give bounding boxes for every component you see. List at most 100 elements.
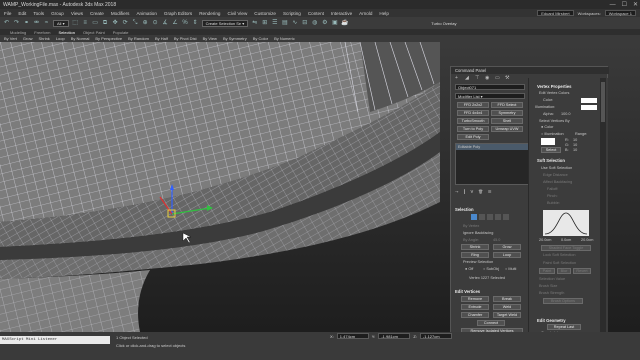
ffd-2x2x2-button[interactable]: FFD 2x2x2: [457, 102, 489, 108]
material-editor-icon[interactable]: ◍: [311, 20, 318, 27]
percent-snap-icon[interactable]: %: [182, 20, 189, 27]
edge-distance-checkbox[interactable]: Edge Distance: [543, 173, 568, 177]
menu-views[interactable]: Views: [71, 11, 83, 16]
range-g-value[interactable]: 10: [573, 143, 577, 147]
menu-help[interactable]: Help: [379, 11, 388, 16]
ignore-backfacing-checkbox[interactable]: Ignore Backfacing: [463, 231, 493, 235]
schematic-view-icon[interactable]: ⊟: [301, 20, 308, 27]
ribbon-by-normal[interactable]: By Normal: [71, 36, 90, 41]
shell-button[interactable]: Shell: [491, 118, 523, 124]
undo-icon[interactable]: ↶: [3, 20, 10, 27]
spinner-snap-icon[interactable]: ⇕: [192, 20, 199, 27]
modifier-list-dropdown[interactable]: Modifier List ▾: [455, 93, 525, 99]
vertex-color-swatch[interactable]: [581, 98, 597, 103]
turn-to-poly-button[interactable]: Turn to Poly: [457, 126, 489, 132]
ribbon-grow[interactable]: Grow: [23, 36, 33, 41]
menu-civil-view[interactable]: Civil View: [227, 11, 247, 16]
toggle-scene-explorer-icon[interactable]: ☰: [271, 20, 278, 27]
unwrap-uvw-button[interactable]: Unwrap UVW: [491, 126, 523, 132]
workspace-dropdown[interactable]: Workspace 1: [604, 10, 636, 16]
menu-animation[interactable]: Animation: [136, 11, 156, 16]
menu-rendering[interactable]: Rendering: [199, 11, 220, 16]
by-vertex-checkbox[interactable]: By Vertex: [463, 224, 479, 228]
menu-scripting[interactable]: Scripting: [283, 11, 301, 16]
user-account[interactable]: Eduard Mirsbert: [537, 10, 574, 16]
redo-icon[interactable]: ↷: [13, 20, 20, 27]
select-move-icon[interactable]: ✥: [112, 20, 119, 27]
select-button[interactable]: Select: [541, 147, 561, 153]
menu-graph-editors[interactable]: Graph Editors: [164, 11, 192, 16]
render-setup-icon[interactable]: ⚙: [321, 20, 328, 27]
y-coordinate-field[interactable]: -1.981cm: [378, 333, 411, 339]
by-angle-checkbox[interactable]: By Angle:: [463, 238, 479, 242]
ribbon-by-half[interactable]: By Half: [155, 36, 168, 41]
target-weld-button[interactable]: Target Weld: [493, 312, 521, 318]
tab-selection[interactable]: Selection: [58, 30, 74, 35]
shaded-face-toggle-button[interactable]: Shaded Face Toggle: [541, 245, 591, 251]
menu-customize[interactable]: Customize: [254, 11, 276, 16]
vertex-level-icon[interactable]: [471, 214, 477, 220]
ffd-select-button[interactable]: FFD Select: [491, 102, 523, 108]
weld-button[interactable]: Weld: [493, 304, 521, 310]
preview-multi-radio[interactable]: ○ Multi: [505, 267, 516, 271]
break-button[interactable]: Break: [493, 296, 521, 302]
mirror-icon[interactable]: ⇋: [251, 20, 258, 27]
command-panel-scrollbar[interactable]: [600, 78, 606, 342]
illumination-swatch[interactable]: [581, 105, 597, 110]
curve-editor-icon[interactable]: ∿: [291, 20, 298, 27]
menu-edit[interactable]: Edit: [18, 11, 26, 16]
rect-selection-icon[interactable]: ▭: [92, 20, 99, 27]
z-coordinate-field[interactable]: -1.127cm: [419, 333, 452, 339]
soft-selection-title[interactable]: Soft Selection: [537, 158, 565, 163]
menu-tools[interactable]: Tools: [33, 11, 44, 16]
selection-rollout-title[interactable]: Selection: [455, 207, 474, 212]
scrollbar-thumb[interactable]: [601, 82, 605, 122]
maximize-button[interactable]: ☐: [622, 1, 627, 8]
loop-button[interactable]: Loop: [493, 252, 521, 258]
menu-interactive[interactable]: Interactive: [331, 11, 352, 16]
paint-button[interactable]: Paint: [539, 268, 555, 274]
lock-soft-selection-checkbox[interactable]: Lock Soft Selection: [543, 253, 576, 257]
ribbon-by-random[interactable]: By Random: [128, 36, 149, 41]
render-icon[interactable]: ☕: [341, 20, 348, 27]
ribbon-by-color[interactable]: By Color: [253, 36, 268, 41]
layer-explorer-icon[interactable]: ▤: [281, 20, 288, 27]
ring-button[interactable]: Ring: [461, 252, 489, 258]
preview-off-radio[interactable]: ● Off: [465, 267, 473, 271]
angle-snap-icon[interactable]: ∠: [172, 20, 179, 27]
element-level-icon[interactable]: [503, 214, 509, 220]
hierarchy-tab-icon[interactable]: ⊤: [475, 75, 481, 81]
stack-item-editable-poly[interactable]: Editable Poly: [456, 144, 528, 150]
bind-space-warp-icon[interactable]: ≈: [43, 20, 50, 27]
tab-modeling[interactable]: Modeling: [10, 30, 26, 35]
unlink-icon[interactable]: ⚮: [33, 20, 40, 27]
ffd-4x4x4-button[interactable]: FFD 4x4x4: [457, 110, 489, 116]
configure-sets-icon[interactable]: ☰: [488, 189, 491, 194]
blur-button[interactable]: Blur: [557, 268, 571, 274]
turbosmooth-button[interactable]: TurboSmooth: [457, 118, 489, 124]
ribbon-by-perspective[interactable]: By Perspective: [95, 36, 122, 41]
edit-geometry-title[interactable]: Edit Geometry: [537, 318, 566, 323]
edit-poly-button[interactable]: Edit Poly: [457, 134, 489, 140]
connect-button[interactable]: Connect: [477, 320, 505, 326]
select-color-swatch[interactable]: [541, 138, 555, 145]
create-tab-icon[interactable]: +: [455, 75, 461, 81]
ribbon-by-vert[interactable]: By Vert: [4, 36, 17, 41]
remove-modifier-icon[interactable]: 🗑: [478, 189, 483, 194]
range-r-value[interactable]: 10: [573, 138, 577, 142]
use-soft-selection-checkbox[interactable]: Use Soft Selection: [541, 166, 572, 170]
illumination-radio[interactable]: ○ Illumination: [541, 132, 564, 136]
ribbon-by-view[interactable]: By View: [203, 36, 217, 41]
edge-level-icon[interactable]: [479, 214, 485, 220]
revert-button[interactable]: Revert: [573, 268, 591, 274]
ribbon-shrink[interactable]: Shrink: [38, 36, 49, 41]
window-crossing-icon[interactable]: ⧉: [102, 20, 109, 27]
color-radio[interactable]: ● Color: [541, 125, 553, 129]
remove-button[interactable]: Remove: [461, 296, 489, 302]
alpha-value[interactable]: 100.0: [561, 112, 571, 116]
select-object-icon[interactable]: ⬚: [72, 20, 79, 27]
pivot-icon[interactable]: ⊙: [152, 20, 159, 27]
close-button[interactable]: ✕: [633, 1, 638, 8]
display-tab-icon[interactable]: ▭: [495, 75, 501, 81]
motion-tab-icon[interactable]: ◉: [485, 75, 491, 81]
